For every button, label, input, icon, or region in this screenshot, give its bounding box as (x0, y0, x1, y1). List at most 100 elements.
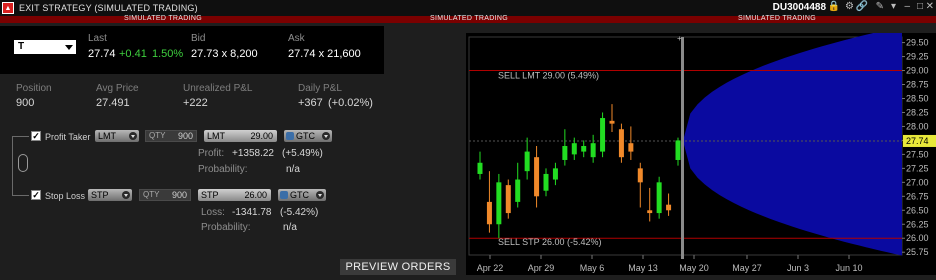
loss-label: Loss: (201, 207, 225, 218)
level-label-1: SELL STP 26.00 (-5.42%) (498, 237, 602, 247)
candle-body (628, 143, 634, 152)
change-percent: 1.50% (152, 48, 184, 60)
candle-body (590, 143, 596, 158)
avg-price-label: Avg Price (96, 83, 139, 94)
sim-label-left: SIMULATED TRADING (124, 15, 202, 22)
x-tick-label: Apr 29 (528, 263, 555, 273)
gear-icon[interactable]: ⚙ (845, 1, 854, 12)
stop-loss-price-field[interactable]: STP 26.00 (198, 189, 271, 201)
x-tick-label: May 6 (580, 263, 605, 273)
oca-link-icon[interactable] (18, 154, 28, 172)
stop-loss-checkbox[interactable]: ✓ (31, 190, 41, 200)
account-id: DU3004488 (772, 2, 826, 13)
profit-taker-type-select[interactable]: LMT (95, 130, 139, 142)
symbol-value: T (18, 41, 25, 52)
y-tick-label: 28.00 (906, 121, 929, 131)
maximize-icon[interactable]: □ (917, 1, 923, 12)
candle-body (666, 204, 672, 211)
x-tick-label: Jun 3 (787, 263, 809, 273)
chevron-down-icon (322, 132, 330, 140)
stop-loss-tif-select[interactable]: GTC (278, 189, 326, 201)
lock-icon[interactable]: 🔒 (828, 1, 840, 12)
y-tick-label: 26.75 (906, 191, 929, 201)
loss-value: -1341.78 (232, 207, 272, 218)
profit-taker-qty-field[interactable]: QTY 900 (145, 130, 197, 142)
y-tick-label: 27.25 (906, 163, 929, 173)
loss-probability-label: Probability: (201, 222, 251, 233)
chevron-down-icon (316, 191, 324, 199)
chevron-down-icon (129, 132, 137, 140)
preview-orders-button[interactable]: PREVIEW ORDERS (340, 259, 456, 275)
last-price-tag-label: 27.74 (906, 136, 929, 146)
candle-body (637, 168, 643, 183)
stop-loss-tif-value: GTC (290, 190, 309, 200)
x-tick-label: Apr 22 (477, 263, 504, 273)
x-tick-label: May 27 (732, 263, 762, 273)
daily-pnl-percent: (+0.02%) (328, 97, 373, 109)
candle-body (618, 129, 624, 158)
profit-value: +1358.22 (232, 148, 274, 159)
x-tick-label: May 13 (628, 263, 658, 273)
profit-taker-price-field[interactable]: LMT 29.00 (204, 130, 277, 142)
candle-body (515, 179, 521, 202)
symbol-select[interactable]: T (14, 40, 76, 54)
simulated-trading-banner: SIMULATED TRADING SIMULATED TRADING SIMU… (0, 15, 936, 23)
chart-svg: SELL LMT 29.00 (5.49%) SELL STP 26.00 (-5… (466, 26, 936, 275)
stop-loss-qty-field[interactable]: QTY 900 (139, 189, 191, 201)
candle-body (562, 146, 568, 160)
stop-loss-price-type: STP (201, 190, 219, 200)
chevron-down-icon[interactable]: ▾ (891, 1, 896, 12)
avg-price-value: 27.491 (96, 97, 130, 109)
stop-loss-qty-value: 900 (171, 190, 187, 200)
pin-icon[interactable]: ✎ (876, 1, 884, 12)
profit-probability-label: Probability: (198, 164, 248, 175)
profit-taker-price-value: 29.00 (250, 131, 273, 141)
bracket-bottom (12, 195, 29, 196)
profit-taker-label: Profit Taker (45, 132, 91, 142)
price-chart[interactable]: SELL LMT 29.00 (5.49%) SELL STP 26.00 (-5… (466, 26, 936, 275)
y-tick-label: 26.00 (906, 233, 929, 243)
bracket-top (12, 136, 29, 137)
candle-body (534, 157, 540, 197)
minimize-icon[interactable]: – (904, 1, 910, 12)
candle-body (496, 182, 502, 225)
level-label-0: SELL LMT 29.00 (5.49%) (498, 71, 599, 81)
profit-taker-checkbox[interactable]: ✓ (31, 131, 41, 141)
x-tick-label: Jun 10 (835, 263, 862, 273)
daily-pnl-value: +367 (298, 97, 323, 109)
stop-loss-type-value: STP (91, 190, 109, 200)
link-icon[interactable]: 🔗 (856, 1, 868, 12)
y-tick-label: 28.75 (906, 80, 929, 90)
position-label: Position (16, 83, 52, 94)
daily-pnl-label: Daily P&L (298, 83, 342, 94)
profit-probability-value: n/a (286, 164, 300, 175)
chevron-down-icon (65, 45, 73, 50)
candle-body (486, 201, 492, 225)
profit-taker-price-type: LMT (207, 131, 225, 141)
profit-label: Profit: (198, 148, 225, 159)
last-label: Last (88, 33, 107, 44)
profit-taker-qty-value: 900 (177, 131, 193, 141)
ask-label: Ask (288, 33, 305, 44)
loss-probability-value: n/a (283, 222, 297, 233)
candle-body (647, 210, 653, 214)
close-icon[interactable]: ✕ (926, 1, 934, 12)
candle-body (477, 162, 483, 174)
stop-loss-label: Stop Loss (45, 191, 86, 201)
window-title: EXIT STRATEGY (SIMULATED TRADING) (19, 3, 198, 13)
y-tick-label: 29.50 (906, 38, 929, 48)
candle-body (656, 182, 662, 214)
profit-taker-type-value: LMT (98, 131, 116, 141)
sim-label-center: SIMULATED TRADING (430, 15, 508, 22)
y-tick-label: 29.25 (906, 52, 929, 62)
candle-body (675, 140, 681, 160)
profit-taker-tif-select[interactable]: GTC (284, 130, 332, 142)
stop-loss-qty-label: QTY (143, 190, 160, 199)
profit-percent: (+5.49%) (282, 148, 323, 159)
y-tick-label: 27.00 (906, 177, 929, 187)
last-price: 27.74 (88, 48, 116, 60)
chevron-down-icon (122, 191, 130, 199)
stop-loss-type-select[interactable]: STP (88, 189, 132, 201)
candle-body (543, 173, 549, 191)
candle-body (581, 146, 587, 152)
